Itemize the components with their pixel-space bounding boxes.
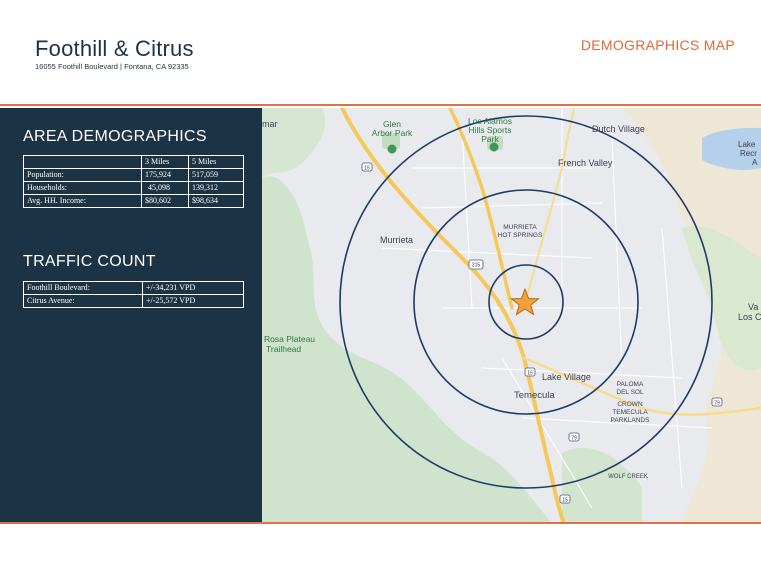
map-label: Rosa Plateau <box>264 334 315 344</box>
row-value-5mi: 517,059 <box>188 168 244 182</box>
map-label: HOT SPRINGS <box>498 232 543 239</box>
row-value: +/-25,572 VPD <box>142 294 244 308</box>
row-label: Avg. HH. Income: <box>23 194 142 208</box>
table-header-cell: 5 Miles <box>188 155 244 169</box>
shield-label: 79 <box>714 401 720 407</box>
info-panel: AREA DEMOGRAPHICS 3 Miles 5 Miles Popula… <box>0 108 262 524</box>
map-label: Lake Village <box>542 372 591 382</box>
row-value-5mi: 139,312 <box>188 181 244 195</box>
map-label: Temecula <box>514 390 555 401</box>
row-label: Population: <box>23 168 142 182</box>
row-label: Foothill Boulevard: <box>23 281 143 295</box>
map-label: French Valley <box>558 158 613 168</box>
top-divider <box>0 104 761 106</box>
table-row: Avg. HH. Income: $80,602 $98,634 <box>23 194 244 208</box>
map-label: WOLF CREEK <box>608 474 648 480</box>
table-row: Citrus Avenue: +/-25,572 VPD <box>23 294 244 308</box>
row-label: Households: <box>23 181 142 195</box>
map-label: Va <box>748 302 758 312</box>
map-label: mar <box>262 119 278 129</box>
map-label: TEMECULA <box>612 409 648 416</box>
map-label: Park <box>481 134 499 144</box>
row-value-3mi: $80,602 <box>141 194 189 208</box>
demographics-map[interactable]: 15 215 15 79 79 15 mar Glen Arbor Park L… <box>262 108 761 524</box>
traffic-heading: TRAFFIC COUNT <box>23 253 156 270</box>
section-label: DEMOGRAPHICS MAP <box>580 37 735 53</box>
map-label: PALOMA <box>617 381 644 388</box>
row-value-3mi: 175,924 <box>141 168 189 182</box>
map-label: Trailhead <box>266 344 301 354</box>
shield-label: 15 <box>527 371 533 377</box>
shield-label: 15 <box>562 498 568 504</box>
shield-label: 215 <box>472 263 481 269</box>
table-header-row: 3 Miles 5 Miles <box>23 155 244 169</box>
map-label: Los C <box>738 312 761 322</box>
map-label: CROWN <box>617 401 643 408</box>
map-label: Recr <box>740 149 757 158</box>
row-value: +/-34,231 VPD <box>142 281 244 295</box>
row-value-3mi: 45,098 <box>141 181 189 195</box>
shield-label: 79 <box>571 436 577 442</box>
demographics-heading: AREA DEMOGRAPHICS <box>23 128 207 145</box>
map-label: MURRIETA <box>503 224 537 231</box>
table-row: Population: 175,924 517,059 <box>23 168 244 182</box>
map-label: DEL SOL <box>616 389 644 396</box>
map-label: Lake <box>738 140 756 149</box>
map-label: Dutch Village <box>592 124 645 134</box>
row-label: Citrus Avenue: <box>23 294 143 308</box>
map-label: A <box>752 158 758 167</box>
bottom-divider <box>0 522 761 524</box>
map-label: Arbor Park <box>372 128 413 138</box>
traffic-table: Foothill Boulevard: +/-34,231 VPD Citrus… <box>23 281 244 308</box>
map-label: PARKLANDS <box>611 417 651 424</box>
table-row: Foothill Boulevard: +/-34,231 VPD <box>23 281 244 295</box>
shield-label: 15 <box>364 166 370 172</box>
table-row: Households: 45,098 139,312 <box>23 181 244 195</box>
row-value-5mi: $98,634 <box>188 194 244 208</box>
property-address: 16055 Foothill Boulevard | Fontana, CA 9… <box>35 62 189 71</box>
table-header-cell: 3 Miles <box>141 155 189 169</box>
page-title: Foothill & Citrus <box>35 36 194 61</box>
map-label: Murrieta <box>380 235 413 245</box>
park-icon <box>387 144 397 154</box>
table-header-cell <box>23 155 142 169</box>
demographics-table: 3 Miles 5 Miles Population: 175,924 517,… <box>23 155 244 208</box>
